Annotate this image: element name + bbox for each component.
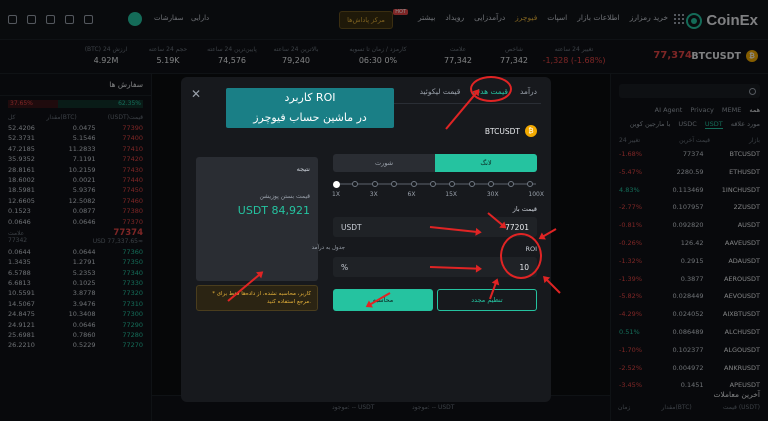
leverage-ticks: 1X 3X 6X 15X 30X 100X [332, 191, 544, 198]
bitcoin-icon: ₿ [525, 125, 537, 137]
leverage-tick-label: 1X [332, 191, 340, 198]
close-icon[interactable]: ✕ [191, 87, 201, 101]
leverage-step[interactable] [391, 181, 398, 187]
calculator-tab-0[interactable]: درآمد [520, 87, 537, 96]
leverage-slider[interactable] [333, 180, 536, 188]
disclaimer-note: * کاربر، محاسبه نشده، از داده‌ها فقط برا… [196, 285, 318, 311]
leverage-step[interactable] [527, 181, 533, 187]
leverage-step[interactable] [507, 181, 514, 187]
calculator-pair[interactable]: BTCUSDT ₿ [485, 125, 537, 137]
reset-button[interactable]: تنظیم مجدد [437, 289, 537, 311]
leverage-step[interactable] [468, 181, 475, 187]
leverage-step[interactable] [352, 181, 359, 187]
result-title: نتیجه [296, 165, 310, 173]
entry-value: 77201 [505, 222, 529, 232]
short-tab[interactable]: شورت [333, 154, 435, 172]
entry-unit: USDT [341, 222, 362, 232]
entry-price-label: قیمت باز [512, 205, 537, 213]
calculator-tab-2[interactable]: قیمت لیکوئید [420, 87, 461, 96]
roi-unit: % [341, 262, 349, 272]
long-tab[interactable]: لانگ [435, 154, 537, 172]
leverage-tick-label: 6X [407, 191, 416, 198]
calculate-button[interactable]: محاسبه [333, 289, 433, 311]
leverage-step[interactable] [488, 181, 495, 187]
result-label: قیمت بستن پوزیشن [259, 193, 310, 200]
annotation-circle-roi [500, 233, 542, 279]
leverage-tick-label: 3X [369, 191, 378, 198]
leverage-step[interactable] [333, 180, 340, 188]
leverage-tick-label: 30X [486, 191, 499, 198]
annotation-caption: کاربرد ROI در ماشین حساب فیوچرز [226, 88, 394, 128]
position-side-toggle: شورت لانگ [333, 154, 537, 172]
annotation-line-1: کاربرد ROI [284, 91, 336, 104]
calculator-pair-name: BTCUSDT [484, 126, 520, 136]
leverage-step[interactable] [410, 181, 417, 187]
annotation-line-2: در ماشین حساب فیوچرز [230, 108, 390, 128]
leverage-step[interactable] [449, 181, 456, 187]
roi-sublabel: جدول به درآمد [311, 245, 345, 251]
result-value: USDT 84,921 [237, 204, 310, 217]
leverage-step[interactable] [371, 181, 378, 187]
leverage-step[interactable] [430, 181, 436, 187]
leverage-tick-label: 15X [445, 191, 457, 198]
result-panel: نتیجه قیمت بستن پوزیشن USDT 84,921 [196, 157, 318, 281]
leverage-tick-label: 100X [528, 191, 544, 198]
